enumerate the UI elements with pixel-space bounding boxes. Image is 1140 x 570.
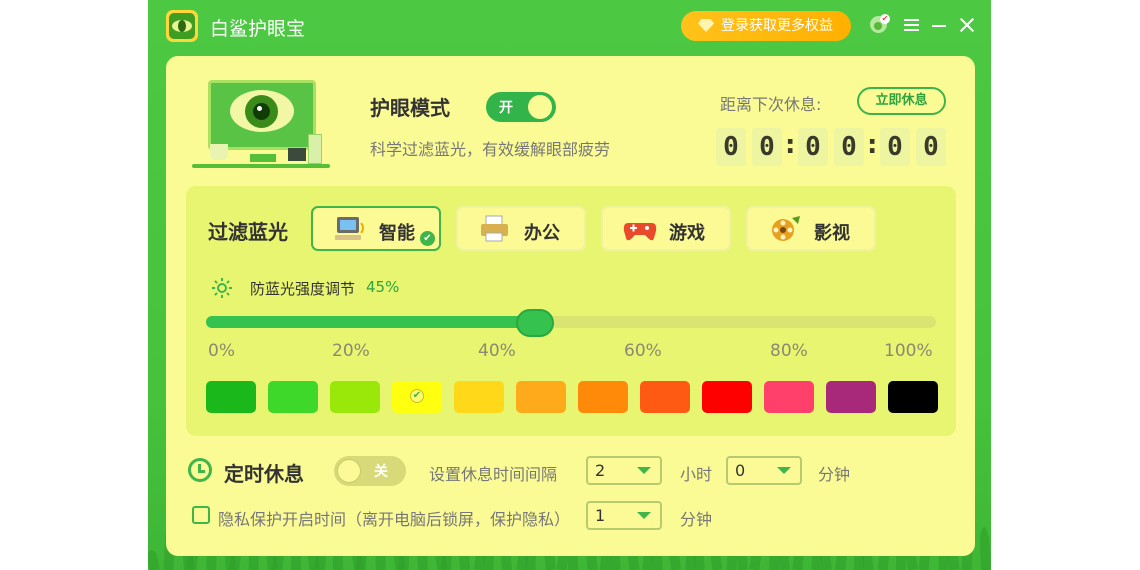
mode-button-office[interactable]: 办公 (456, 206, 586, 251)
chevron-down-icon (637, 467, 651, 474)
menu-icon[interactable] (904, 19, 919, 32)
countdown-separator: : (867, 130, 878, 160)
slider-tick-label: 80% (770, 341, 808, 361)
printer-icon (481, 215, 508, 242)
timed-rest-toggle-label: 关 (374, 464, 388, 480)
mode-label: 智能 (379, 223, 415, 244)
eye-mode-description: 科学过滤蓝光，有效缓解眼部疲劳 (370, 140, 611, 159)
chevron-down-icon (637, 512, 651, 519)
color-swatch[interactable]: ✔ (392, 381, 442, 413)
minutes-unit: 分钟 (818, 465, 851, 484)
hours-unit: 小时 (680, 465, 713, 484)
minimize-icon[interactable] (932, 25, 946, 27)
mode-button-game[interactable]: 游戏 (601, 206, 731, 251)
color-swatch[interactable] (268, 381, 318, 413)
clock-icon (188, 458, 212, 482)
gamepad-icon (623, 223, 657, 241)
grass-blade (978, 526, 991, 570)
color-swatch[interactable] (578, 381, 628, 413)
login-label: 登录获取更多权益 (721, 18, 833, 34)
eye-mode-toggle-label: 开 (499, 100, 513, 116)
eye-mode-title: 护眼模式 (370, 96, 450, 120)
eye-logo-icon (166, 10, 198, 42)
chevron-down-icon (777, 467, 791, 474)
color-swatch[interactable] (888, 381, 938, 413)
eye-mode-toggle[interactable]: 开 (486, 92, 556, 122)
rest-interval-label: 设置休息时间间隔 (429, 465, 558, 484)
privacy-time-value: 1 (595, 506, 606, 525)
countdown-digit: 0 (834, 128, 864, 166)
color-swatch[interactable] (826, 381, 876, 413)
minutes-dropdown[interactable]: 0 (726, 456, 802, 485)
countdown-digit: 0 (716, 128, 746, 166)
diamond-icon (698, 19, 714, 32)
color-swatch[interactable] (640, 381, 690, 413)
mode-label: 办公 (524, 223, 560, 244)
mode-button-smart[interactable]: 智能 ✔ (311, 206, 441, 251)
minutes-value: 0 (735, 461, 746, 480)
user-avatar-icon[interactable]: ✔ (870, 14, 890, 34)
selected-check-icon: ✔ (410, 389, 424, 403)
color-swatch[interactable] (702, 381, 752, 413)
slider-tick-label: 40% (478, 341, 516, 361)
selected-check-icon: ✔ (420, 231, 435, 246)
slider-tick-label: 60% (624, 341, 662, 361)
app-window: 白鲨护眼宝 登录获取更多权益 ✔ 护眼模式 开 科学过滤蓝光，有效缓解眼部疲劳 … (148, 0, 991, 570)
countdown-digit: 0 (752, 128, 782, 166)
countdown-separator: : (785, 130, 796, 160)
color-swatch[interactable] (454, 381, 504, 413)
slider-tick-label: 0% (208, 341, 235, 361)
slider-thumb[interactable] (515, 309, 554, 337)
timed-rest-toggle[interactable]: 关 (334, 456, 406, 486)
color-swatch[interactable] (206, 381, 256, 413)
hours-value: 2 (595, 461, 606, 480)
privacy-time-dropdown[interactable]: 1 (586, 501, 662, 530)
privacy-label: 隐私保护开启时间（离开电脑后锁屏，保护隐私） (218, 510, 571, 529)
grass-blade (148, 549, 160, 570)
toggle-knob (528, 95, 552, 119)
slider-tick-label: 100% (884, 341, 933, 361)
countdown-digit: 0 (798, 128, 828, 166)
brightness-sun-icon (212, 278, 232, 298)
blue-light-filter-section: 过滤蓝光 智能 ✔ 办公 游戏 影视 防蓝光强度调节 45% 0% 20% 40… (186, 186, 956, 436)
toggle-knob (337, 459, 361, 483)
film-reel-icon (772, 216, 800, 241)
intensity-slider[interactable] (206, 309, 936, 337)
mode-label: 影视 (814, 223, 850, 244)
monitor-eye-illustration (192, 78, 330, 170)
slider-fill (206, 316, 535, 328)
color-swatch[interactable] (764, 381, 814, 413)
countdown-digit: 0 (916, 128, 946, 166)
title-bar: 白鲨护眼宝 登录获取更多权益 ✔ (148, 0, 991, 52)
app-title: 白鲨护眼宝 (210, 18, 306, 40)
color-swatch[interactable] (330, 381, 380, 413)
intensity-value: 45% (366, 278, 400, 296)
privacy-checkbox[interactable] (192, 506, 210, 524)
main-panel: 护眼模式 开 科学过滤蓝光，有效缓解眼部疲劳 距离下次休息: 立即休息 0 0 … (166, 56, 975, 556)
login-button[interactable]: 登录获取更多权益 (681, 11, 851, 41)
mode-button-movie[interactable]: 影视 (746, 206, 876, 251)
privacy-unit: 分钟 (680, 510, 713, 529)
rest-now-button[interactable]: 立即休息 (857, 87, 946, 115)
timed-rest-title: 定时休息 (224, 462, 304, 486)
filter-title: 过滤蓝光 (208, 220, 288, 244)
mode-label: 游戏 (669, 223, 705, 244)
hours-dropdown[interactable]: 2 (586, 456, 662, 485)
close-icon[interactable] (958, 16, 976, 34)
next-rest-label: 距离下次休息: (720, 95, 822, 114)
countdown-digit: 0 (880, 128, 910, 166)
slider-tick-label: 20% (332, 341, 370, 361)
color-swatch[interactable] (516, 381, 566, 413)
intensity-label: 防蓝光强度调节 (250, 280, 356, 298)
computer-icon (335, 217, 364, 240)
